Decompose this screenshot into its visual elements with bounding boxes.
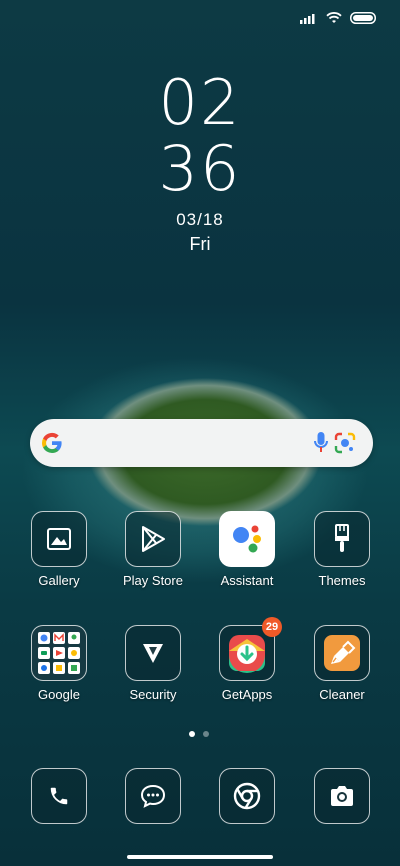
google-lens-icon[interactable]	[334, 432, 356, 454]
assistant-icon	[233, 525, 261, 553]
dock-phone[interactable]	[15, 768, 103, 824]
app-label: Play Store	[123, 573, 183, 588]
battery-icon	[350, 12, 376, 24]
app-label: Cleaner	[319, 687, 365, 702]
messages-icon	[140, 784, 166, 808]
app-play-store[interactable]: Play Store	[109, 511, 197, 588]
page-indicator[interactable]	[189, 731, 209, 737]
app-label: Gallery	[38, 573, 80, 588]
app-tile	[219, 511, 275, 567]
app-folder-google[interactable]: Google	[15, 625, 103, 702]
app-getapps[interactable]: 29 GetApps	[203, 617, 291, 702]
gallery-icon	[47, 528, 71, 550]
play-store-icon	[142, 526, 165, 552]
google-folder-icon	[38, 632, 80, 674]
app-label: GetApps	[221, 687, 273, 702]
clock-date: 03/18	[176, 210, 224, 229]
google-g-icon	[41, 432, 62, 454]
page-dot	[203, 731, 209, 737]
app-tile	[314, 768, 370, 824]
app-label: Themes	[318, 573, 366, 588]
app-tile	[31, 768, 87, 824]
clock-day: Fri	[189, 234, 211, 254]
google-search-bar[interactable]	[30, 419, 373, 467]
getapps-icon	[229, 635, 265, 673]
app-tile	[125, 511, 181, 567]
app-label: Assistant	[220, 573, 274, 588]
home-gesture-bar[interactable]	[127, 855, 273, 859]
app-tile	[219, 768, 275, 824]
dock-chrome[interactable]	[203, 768, 291, 824]
dock-camera[interactable]	[298, 768, 386, 824]
cleaner-icon	[324, 635, 360, 671]
security-icon	[143, 644, 163, 663]
clock-hours: 02	[158, 66, 242, 139]
app-tile	[125, 768, 181, 824]
camera-icon	[331, 786, 353, 806]
chrome-icon	[233, 782, 261, 810]
app-tile	[314, 511, 370, 567]
phone-icon	[50, 787, 68, 805]
dock-messages[interactable]	[109, 768, 197, 824]
page-dot-active	[189, 731, 195, 737]
app-label: Security	[129, 687, 177, 702]
clock-widget[interactable]: 02 36 03/18 Fri	[0, 70, 400, 255]
app-tile	[125, 625, 181, 681]
app-assistant[interactable]: Assistant	[203, 511, 291, 588]
microphone-icon[interactable]	[314, 431, 328, 455]
clock-minutes: 36	[158, 132, 242, 205]
status-bar	[300, 12, 376, 24]
app-tile	[314, 625, 370, 681]
notification-badge: 29	[262, 617, 282, 637]
brush-icon	[335, 524, 349, 552]
app-cleaner[interactable]: Cleaner	[298, 625, 386, 702]
app-security[interactable]: Security	[109, 625, 197, 702]
app-tile: 29	[219, 617, 282, 681]
app-tile	[31, 511, 87, 567]
app-gallery[interactable]: Gallery	[15, 511, 103, 588]
folder-tile	[31, 625, 87, 681]
app-themes[interactable]: Themes	[298, 511, 386, 588]
app-label: Google	[38, 687, 80, 702]
wifi-icon	[326, 12, 342, 23]
signal-icon	[300, 14, 315, 24]
